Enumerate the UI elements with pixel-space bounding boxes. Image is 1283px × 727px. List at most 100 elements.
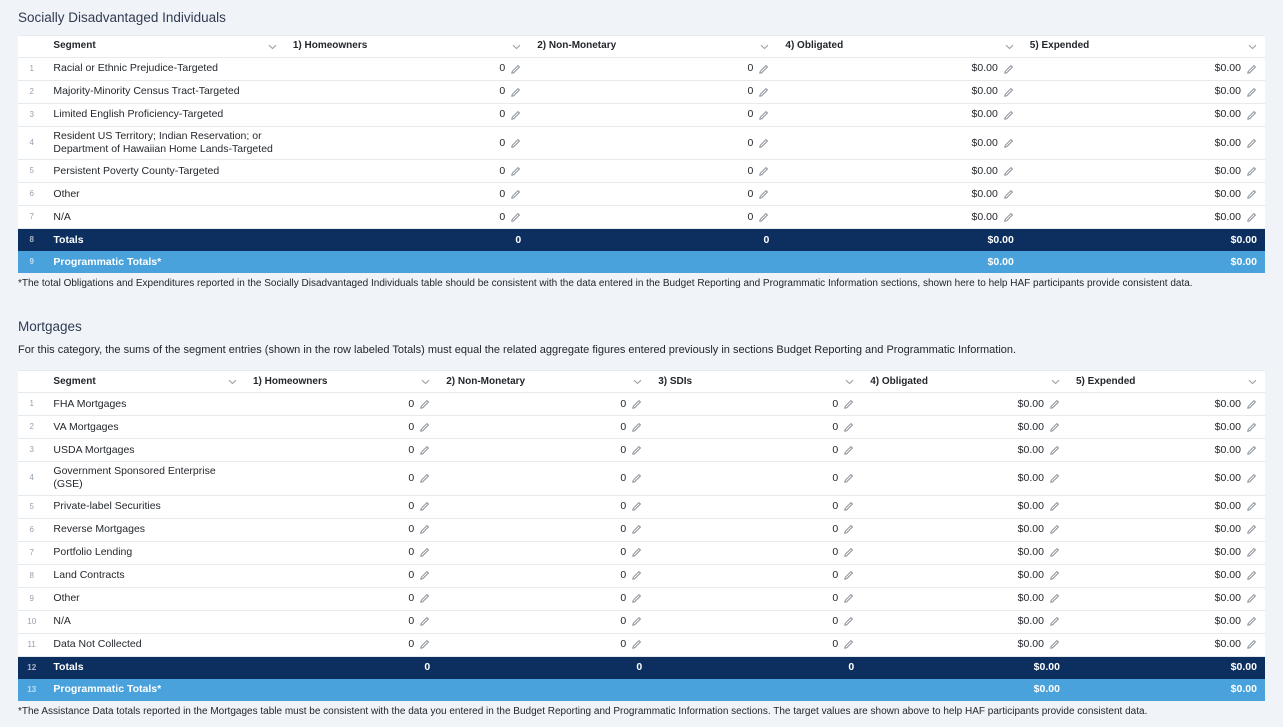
edit-pencil-icon[interactable] [510,87,521,98]
editable-cell[interactable]: $0.00 [1068,393,1265,415]
edit-pencil-icon[interactable] [843,616,854,627]
editable-cell[interactable]: 0 [438,634,650,656]
edit-pencil-icon[interactable] [843,547,854,558]
edit-pencil-icon[interactable] [631,501,642,512]
editable-cell[interactable]: 0 [285,206,529,228]
editable-cell[interactable]: 0 [245,611,438,633]
edit-pencil-icon[interactable] [843,524,854,535]
column-header-4-obligated[interactable]: 4) Obligated [862,371,1068,392]
edit-pencil-icon[interactable] [843,593,854,604]
editable-cell[interactable]: 0 [438,565,650,587]
editable-cell[interactable]: 0 [245,519,438,541]
column-header-2-non-monetary[interactable]: 2) Non-Monetary [438,371,650,392]
edit-pencil-icon[interactable] [1246,570,1257,581]
editable-cell[interactable]: $0.00 [862,542,1068,564]
edit-pencil-icon[interactable] [758,64,769,75]
editable-cell[interactable]: $0.00 [777,160,1021,182]
edit-pencil-icon[interactable] [1003,166,1014,177]
edit-pencil-icon[interactable] [1003,87,1014,98]
edit-pencil-icon[interactable] [843,639,854,650]
edit-pencil-icon[interactable] [1246,501,1257,512]
editable-cell[interactable]: $0.00 [862,611,1068,633]
editable-cell[interactable]: 0 [650,496,862,518]
edit-pencil-icon[interactable] [419,547,430,558]
editable-cell[interactable]: 0 [438,611,650,633]
editable-cell[interactable]: 0 [285,81,529,103]
edit-pencil-icon[interactable] [1003,64,1014,75]
edit-pencil-icon[interactable] [843,445,854,456]
editable-cell[interactable]: 0 [245,496,438,518]
edit-pencil-icon[interactable] [419,570,430,581]
edit-pencil-icon[interactable] [1246,593,1257,604]
edit-pencil-icon[interactable] [1246,473,1257,484]
editable-cell[interactable]: $0.00 [862,565,1068,587]
edit-pencil-icon[interactable] [631,616,642,627]
chevron-down-icon[interactable] [512,44,521,50]
editable-cell[interactable]: $0.00 [862,634,1068,656]
editable-cell[interactable]: $0.00 [777,183,1021,205]
edit-pencil-icon[interactable] [1003,138,1014,149]
editable-cell[interactable]: 0 [245,588,438,610]
edit-pencil-icon[interactable] [1246,547,1257,558]
column-header-3-sdis[interactable]: 3) SDIs [650,371,862,392]
editable-cell[interactable]: $0.00 [1022,127,1265,159]
edit-pencil-icon[interactable] [631,399,642,410]
editable-cell[interactable]: $0.00 [1022,81,1265,103]
edit-pencil-icon[interactable] [510,212,521,223]
edit-pencil-icon[interactable] [1246,64,1257,75]
editable-cell[interactable]: 0 [245,542,438,564]
editable-cell[interactable]: $0.00 [862,462,1068,494]
editable-cell[interactable]: 0 [285,104,529,126]
edit-pencil-icon[interactable] [631,473,642,484]
editable-cell[interactable]: 0 [650,634,862,656]
edit-pencil-icon[interactable] [1246,110,1257,121]
editable-cell[interactable]: 0 [438,416,650,438]
editable-cell[interactable]: $0.00 [1068,416,1265,438]
editable-cell[interactable]: $0.00 [862,519,1068,541]
chevron-down-icon[interactable] [1005,44,1014,50]
editable-cell[interactable]: $0.00 [862,439,1068,461]
editable-cell[interactable]: 0 [245,416,438,438]
editable-cell[interactable]: $0.00 [862,588,1068,610]
editable-cell[interactable]: 0 [529,183,777,205]
edit-pencil-icon[interactable] [758,110,769,121]
editable-cell[interactable]: $0.00 [777,81,1021,103]
editable-cell[interactable]: 0 [438,496,650,518]
edit-pencil-icon[interactable] [1246,189,1257,200]
editable-cell[interactable]: 0 [245,565,438,587]
edit-pencil-icon[interactable] [1049,570,1060,581]
edit-pencil-icon[interactable] [419,445,430,456]
editable-cell[interactable]: 0 [650,462,862,494]
column-header-1-homeowners[interactable]: 1) Homeowners [285,36,529,57]
editable-cell[interactable]: 0 [529,104,777,126]
edit-pencil-icon[interactable] [1049,593,1060,604]
editable-cell[interactable]: 0 [529,160,777,182]
editable-cell[interactable]: $0.00 [1068,611,1265,633]
edit-pencil-icon[interactable] [758,138,769,149]
edit-pencil-icon[interactable] [1003,189,1014,200]
column-header-segment[interactable]: Segment [45,371,245,392]
editable-cell[interactable]: 0 [438,519,650,541]
editable-cell[interactable]: 0 [438,439,650,461]
editable-cell[interactable]: 0 [529,127,777,159]
column-header-5-expended[interactable]: 5) Expended [1068,371,1265,392]
edit-pencil-icon[interactable] [1246,166,1257,177]
editable-cell[interactable]: 0 [529,81,777,103]
editable-cell[interactable]: 0 [285,160,529,182]
edit-pencil-icon[interactable] [1246,445,1257,456]
edit-pencil-icon[interactable] [843,570,854,581]
column-header-4-obligated[interactable]: 4) Obligated [777,36,1021,57]
editable-cell[interactable]: $0.00 [1068,439,1265,461]
edit-pencil-icon[interactable] [510,189,521,200]
editable-cell[interactable]: 0 [650,588,862,610]
edit-pencil-icon[interactable] [843,501,854,512]
chevron-down-icon[interactable] [268,44,277,50]
edit-pencil-icon[interactable] [631,422,642,433]
edit-pencil-icon[interactable] [758,166,769,177]
editable-cell[interactable]: $0.00 [777,127,1021,159]
chevron-down-icon[interactable] [1051,379,1060,385]
editable-cell[interactable]: 0 [285,58,529,80]
edit-pencil-icon[interactable] [1049,616,1060,627]
editable-cell[interactable]: 0 [438,393,650,415]
editable-cell[interactable]: $0.00 [777,206,1021,228]
